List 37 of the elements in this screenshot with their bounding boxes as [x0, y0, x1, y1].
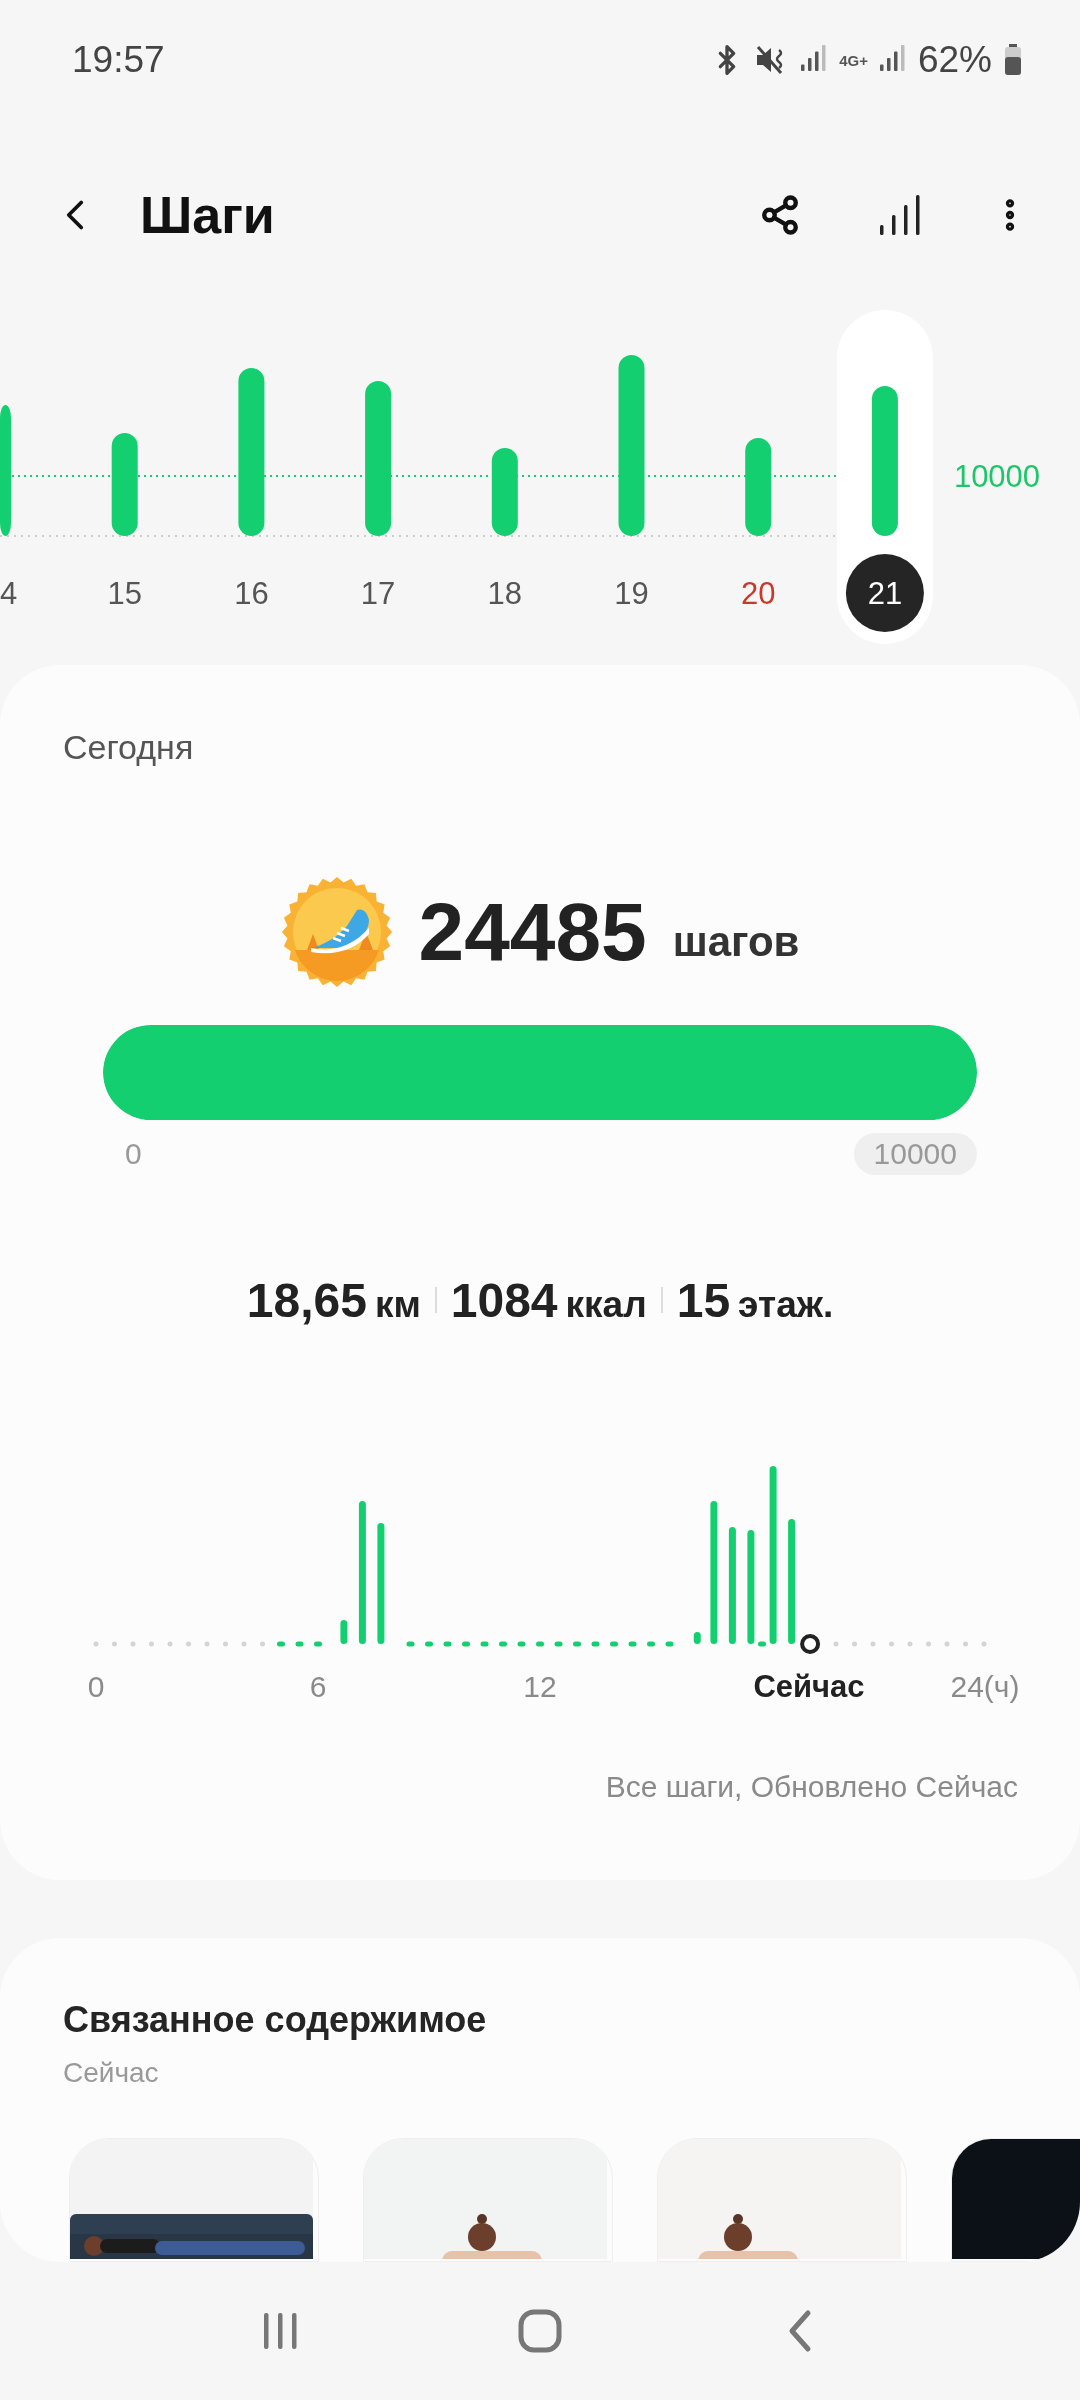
- shoe-badge-icon: [280, 876, 393, 988]
- step-count: 24485: [418, 885, 647, 979]
- goal-chip: 10000: [853, 1133, 977, 1175]
- bar-chart-icon[interactable]: [878, 193, 922, 237]
- day-label[interactable]: 18: [487, 576, 523, 611]
- hour-bar: [340, 1620, 348, 1644]
- axis-label: 6: [309, 1670, 327, 1703]
- hour-bar: [693, 1632, 701, 1644]
- day-label[interactable]: 17: [360, 576, 396, 611]
- axis-label: 24(ч): [950, 1670, 1020, 1703]
- network-type: 4G+: [839, 52, 868, 68]
- stat-value: 18,65 км: [245, 1272, 422, 1328]
- page-title: Шаги: [140, 185, 276, 245]
- selected-day-label[interactable]: 21: [845, 554, 924, 632]
- update-note: Все шаги, Обновлено Сейчас: [604, 1769, 1018, 1805]
- battery-icon: [1004, 44, 1022, 76]
- status-time: 19:57: [72, 39, 165, 81]
- section-subtitle: Сейчас: [63, 2056, 160, 2090]
- home-icon[interactable]: [516, 2307, 564, 2355]
- card-title: Сегодня: [63, 727, 195, 767]
- axis-label: Сейчас: [753, 1669, 865, 1704]
- axis-label: 12: [523, 1670, 557, 1703]
- day-label[interactable]: 4: [0, 576, 18, 611]
- scale-min: 0: [124, 1137, 142, 1171]
- axis-label: 0: [87, 1670, 105, 1703]
- battery-level: 62%: [917, 39, 992, 81]
- day-label[interactable]: 19: [614, 576, 649, 611]
- goal-label: 10000: [953, 459, 1041, 494]
- stat-value: 1084 ккал: [449, 1272, 648, 1328]
- day-label[interactable]: 16: [234, 576, 269, 611]
- step-unit: шагов: [672, 918, 800, 966]
- day-label[interactable]: 15: [107, 576, 142, 611]
- day-label[interactable]: 20: [740, 576, 776, 611]
- share-icon[interactable]: [759, 194, 801, 236]
- now-marker: [800, 1634, 821, 1654]
- section-title: Связанное содержимое: [63, 1998, 488, 2042]
- stat-value: 15 этаж.: [675, 1272, 835, 1328]
